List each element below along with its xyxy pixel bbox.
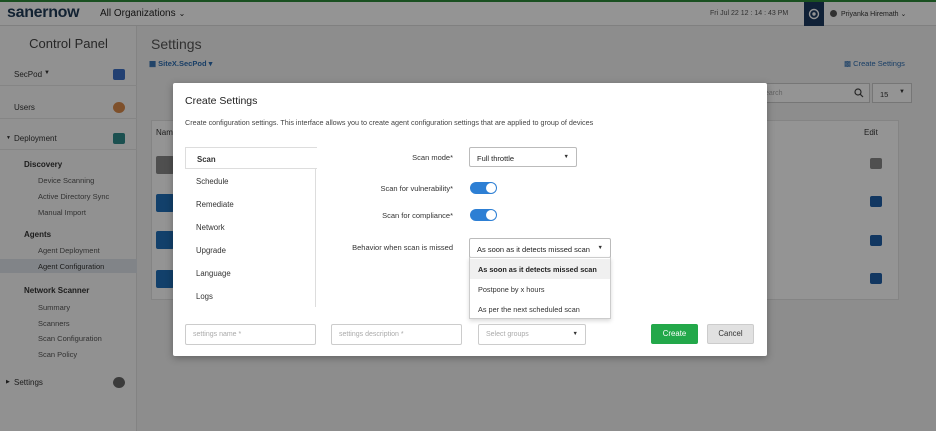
missed-scan-dropdown: As soon as it detects missed scan Postpo… (469, 257, 611, 319)
tab-remediate[interactable]: Remediate (185, 193, 316, 215)
tab-logs[interactable]: Logs (185, 285, 316, 307)
toggle-knob (486, 210, 496, 220)
create-settings-modal: Create Settings Create configuration set… (173, 83, 767, 356)
missed-scan-label: Behavior when scan is missed (352, 243, 453, 252)
missed-scan-select[interactable]: As soon as it detects missed scan ▼ (469, 238, 611, 258)
scan-mode-select[interactable]: Full throttle ▼ (469, 147, 577, 167)
missed-scan-option[interactable]: As soon as it detects missed scan (470, 259, 610, 279)
tab-schedule[interactable]: Schedule (185, 170, 316, 192)
scan-compliance-label: Scan for compliance* (382, 211, 453, 220)
caret-down-icon: ▼ (563, 154, 569, 160)
cancel-button[interactable]: Cancel (707, 324, 754, 344)
caret-down-icon: ▼ (597, 245, 603, 251)
create-button[interactable]: Create (651, 324, 698, 344)
settings-description-field[interactable]: settings description * (331, 324, 462, 345)
select-groups-dropdown[interactable]: Select groups ▼ (478, 324, 586, 345)
tab-network[interactable]: Network (185, 216, 316, 238)
tab-language[interactable]: Language (185, 262, 316, 284)
caret-down-icon: ▼ (572, 331, 578, 337)
scan-compliance-toggle[interactable] (470, 209, 497, 221)
settings-tabs: Scan Schedule Remediate Network Upgrade … (185, 147, 317, 307)
scan-vulnerability-label: Scan for vulnerability* (380, 184, 453, 193)
missed-scan-option[interactable]: As per the next scheduled scan (470, 299, 610, 319)
scan-mode-label: Scan mode* (412, 153, 453, 162)
tab-scan[interactable]: Scan (185, 147, 317, 169)
modal-title: Create Settings (185, 95, 258, 107)
scan-vulnerability-toggle[interactable] (470, 182, 497, 194)
settings-name-field[interactable]: settings name * (185, 324, 316, 345)
missed-scan-option[interactable]: Postpone by x hours (470, 279, 610, 299)
tab-upgrade[interactable]: Upgrade (185, 239, 316, 261)
toggle-knob (486, 183, 496, 193)
modal-description: Create configuration settings. This inte… (185, 118, 594, 127)
